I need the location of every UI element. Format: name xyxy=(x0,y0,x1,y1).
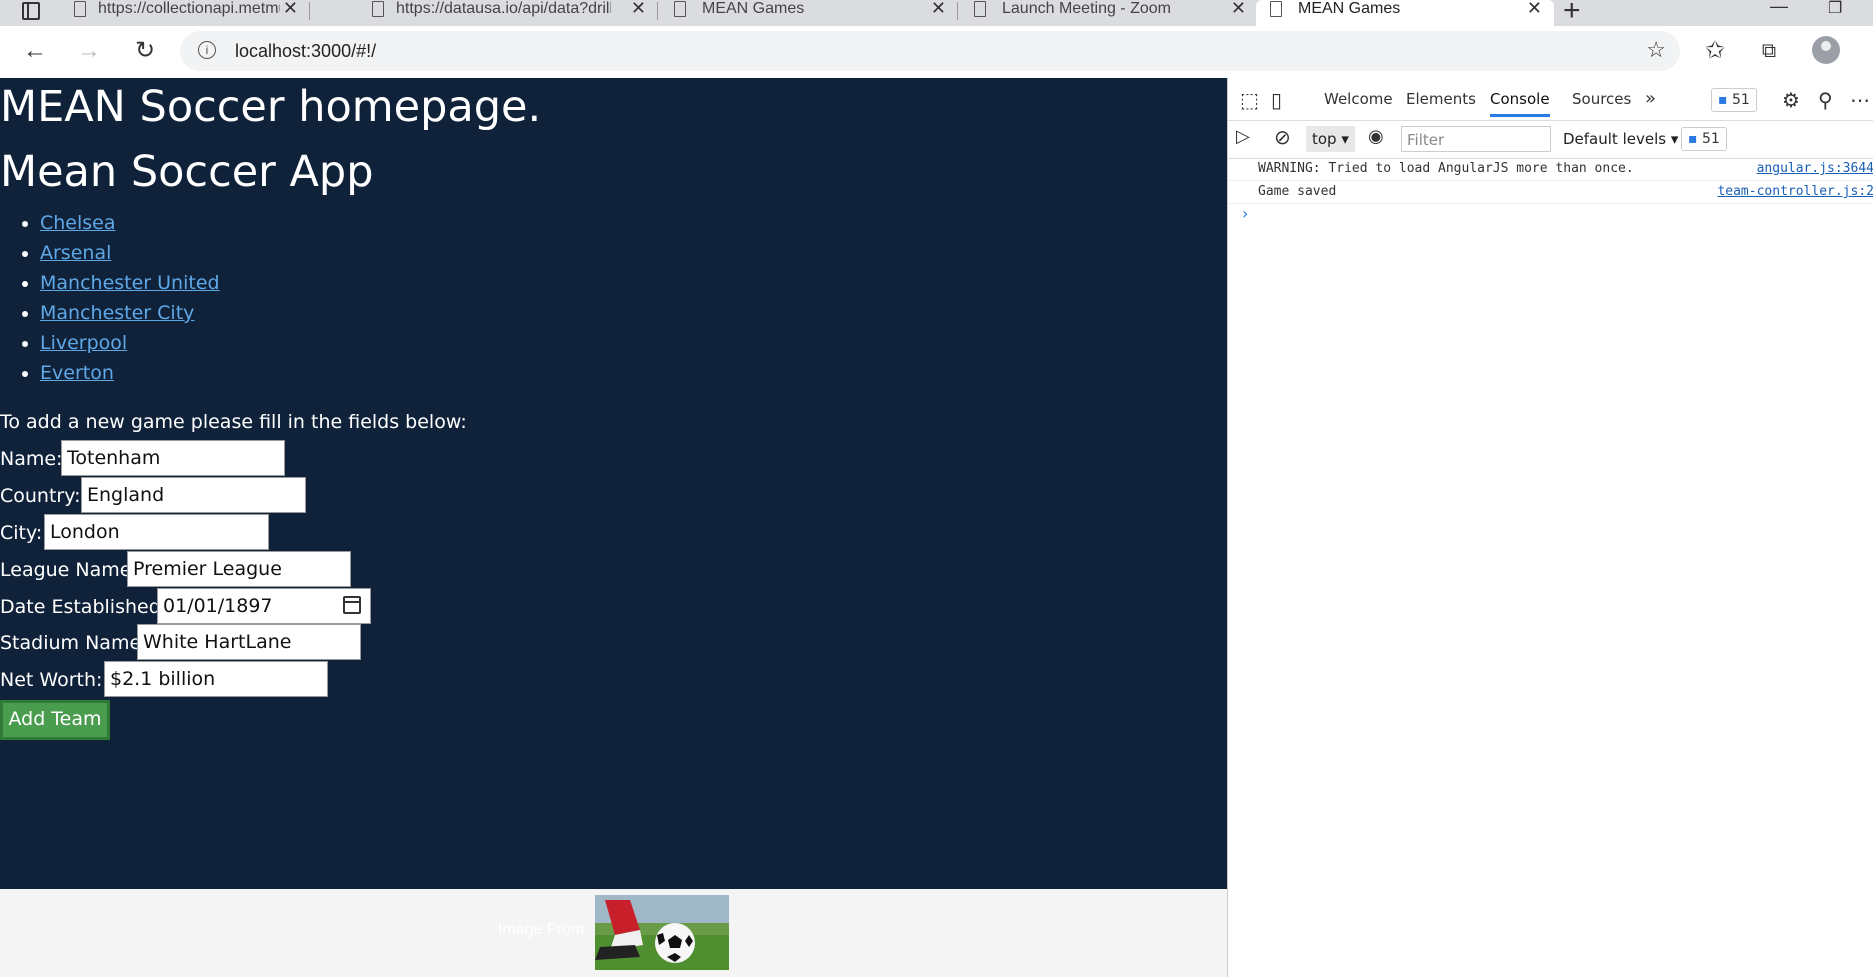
page-icon xyxy=(74,1,86,17)
issues-badge-secondary[interactable]: ▪ 51 xyxy=(1681,127,1727,151)
page-icon xyxy=(974,1,986,17)
tab-sources[interactable]: Sources xyxy=(1572,90,1631,108)
team-link-chelsea[interactable]: Chelsea xyxy=(40,212,116,234)
info-icon[interactable]: i xyxy=(198,41,216,59)
close-icon[interactable]: ✕ xyxy=(631,0,646,19)
list-item: Arsenal xyxy=(40,238,220,268)
browser-tab-active[interactable]: MEAN Games ✕ xyxy=(1256,0,1554,26)
page-icon xyxy=(674,1,686,17)
tab-console[interactable]: Console xyxy=(1490,90,1550,117)
more-tabs-icon[interactable]: » xyxy=(1645,88,1656,109)
console-toolbar: ▷ ⊘ top ▾ ◉ Filter Default levels ▾ ▪ 51 xyxy=(1228,120,1873,159)
restore-icon[interactable]: ❐ xyxy=(1828,0,1842,18)
list-item: Liverpool xyxy=(40,328,220,358)
close-icon[interactable]: ✕ xyxy=(283,0,298,19)
new-tab-icon[interactable]: + xyxy=(1563,0,1581,28)
devtools-tabbar: ⬚ ▯ Welcome Elements Console Sources » ▪… xyxy=(1228,78,1873,121)
team-link-arsenal[interactable]: Arsenal xyxy=(40,242,111,264)
league-input[interactable] xyxy=(127,551,351,587)
browser-tab[interactable]: Launch Meeting - Zoom ✕ xyxy=(960,0,1258,26)
add-team-button[interactable]: Add Team xyxy=(0,700,110,740)
eye-icon[interactable]: ◉ xyxy=(1368,126,1384,147)
browser-tab[interactable]: https://datausa.io/api/data?drilld ✕ xyxy=(358,0,658,26)
address-bar[interactable]: i localhost:3000/#!/ ☆ xyxy=(180,31,1680,71)
console-filter-input[interactable]: Filter xyxy=(1401,126,1551,152)
minimize-icon[interactable]: — xyxy=(1770,0,1788,17)
calendar-icon[interactable] xyxy=(343,596,361,614)
page-title: MEAN Soccer homepage. xyxy=(0,82,542,132)
profile-avatar[interactable] xyxy=(1812,36,1840,64)
country-input[interactable] xyxy=(81,477,306,513)
browser-tab[interactable]: MEAN Games ✕ xyxy=(660,0,958,26)
log-source-link[interactable]: angular.js:3644 xyxy=(1757,161,1873,176)
list-item: Chelsea xyxy=(40,208,220,238)
soccer-ball-image xyxy=(595,895,729,970)
more-options-icon[interactable]: ⋯ xyxy=(1850,88,1870,112)
city-label: City: xyxy=(0,522,43,544)
list-item: Manchester City xyxy=(40,298,220,328)
team-link-manchester-united[interactable]: Manchester United xyxy=(40,272,220,294)
log-levels-select[interactable]: Default levels ▾ xyxy=(1563,130,1678,148)
networth-label: Net Worth: xyxy=(0,669,103,691)
browser-tab-strip: https://collectionapi.metmuseum ✕ https:… xyxy=(0,0,1873,28)
device-toolbar-icon[interactable]: ▯ xyxy=(1271,88,1282,112)
team-link-everton[interactable]: Everton xyxy=(40,362,114,384)
close-icon[interactable]: ✕ xyxy=(931,0,946,19)
team-link-liverpool[interactable]: Liverpool xyxy=(40,332,127,354)
forward-icon[interactable]: → xyxy=(74,36,104,66)
page-footer: Image From xyxy=(0,889,1227,977)
close-icon[interactable]: ✕ xyxy=(1231,0,1246,19)
log-message: WARNING: Tried to load AngularJS more th… xyxy=(1258,161,1634,176)
list-item: Manchester United xyxy=(40,268,220,298)
browser-tab[interactable]: https://collectionapi.metmuseum ✕ xyxy=(60,0,310,26)
stadium-input[interactable] xyxy=(137,624,361,660)
form-intro: To add a new game please fill in the fie… xyxy=(0,411,467,433)
add-favorite-icon[interactable]: ☆ xyxy=(1646,37,1666,63)
refresh-icon[interactable]: ↻ xyxy=(130,36,160,66)
date-label: Date Established: xyxy=(0,596,168,618)
inspect-icon[interactable]: ⬚ xyxy=(1240,88,1259,112)
tab-elements[interactable]: Elements xyxy=(1406,90,1476,108)
issues-badge[interactable]: ▪ 51 xyxy=(1711,88,1757,112)
app-title: Mean Soccer App xyxy=(0,147,374,197)
collections-icon[interactable]: ⧉ xyxy=(1754,36,1784,66)
browser-toolbar: ← → ↻ i localhost:3000/#!/ ☆ ✩ ⧉ xyxy=(0,26,1873,79)
close-icon[interactable]: ✕ xyxy=(1527,0,1542,19)
favorites-icon[interactable]: ✩ xyxy=(1700,36,1730,66)
tab-welcome[interactable]: Welcome xyxy=(1324,90,1393,108)
console-log-line: Game saved team-controller.js:2 xyxy=(1228,181,1873,204)
name-label: Name: xyxy=(0,448,63,470)
team-link-manchester-city[interactable]: Manchester City xyxy=(40,302,194,324)
tab-actions-icon[interactable] xyxy=(12,0,52,26)
context-select[interactable]: top ▾ xyxy=(1306,126,1355,152)
sidebar-toggle-icon[interactable]: ▷ xyxy=(1236,126,1250,147)
devtools-panel: ⬚ ▯ Welcome Elements Console Sources » ▪… xyxy=(1227,78,1873,977)
date-input[interactable] xyxy=(157,588,371,624)
back-icon[interactable]: ← xyxy=(20,36,50,66)
customize-icon[interactable]: ⚲ xyxy=(1818,88,1833,112)
league-label: League Name: xyxy=(0,559,138,581)
page-icon xyxy=(372,1,384,17)
country-label: Country: xyxy=(0,485,81,507)
networth-input[interactable] xyxy=(104,661,328,697)
log-source-link[interactable]: team-controller.js:2 xyxy=(1717,184,1873,199)
team-list: Chelsea Arsenal Manchester United Manche… xyxy=(0,208,220,388)
page-icon xyxy=(1270,1,1282,17)
message-icon: ▪ xyxy=(1688,131,1698,147)
log-message: Game saved xyxy=(1258,184,1337,199)
footer-text: Image From xyxy=(498,921,585,938)
stadium-label: Stadium Name: xyxy=(0,632,148,654)
console-prompt-icon[interactable]: › xyxy=(1242,204,1248,223)
console-log-line: WARNING: Tried to load AngularJS more th… xyxy=(1228,158,1873,181)
name-input[interactable] xyxy=(61,440,285,476)
web-page: MEAN Soccer homepage. Mean Soccer App Ch… xyxy=(0,78,1227,889)
clear-console-icon[interactable]: ⊘ xyxy=(1274,125,1291,149)
message-icon: ▪ xyxy=(1718,92,1728,108)
city-input[interactable] xyxy=(44,514,269,550)
list-item: Everton xyxy=(40,358,220,388)
gear-icon[interactable]: ⚙ xyxy=(1782,88,1800,112)
